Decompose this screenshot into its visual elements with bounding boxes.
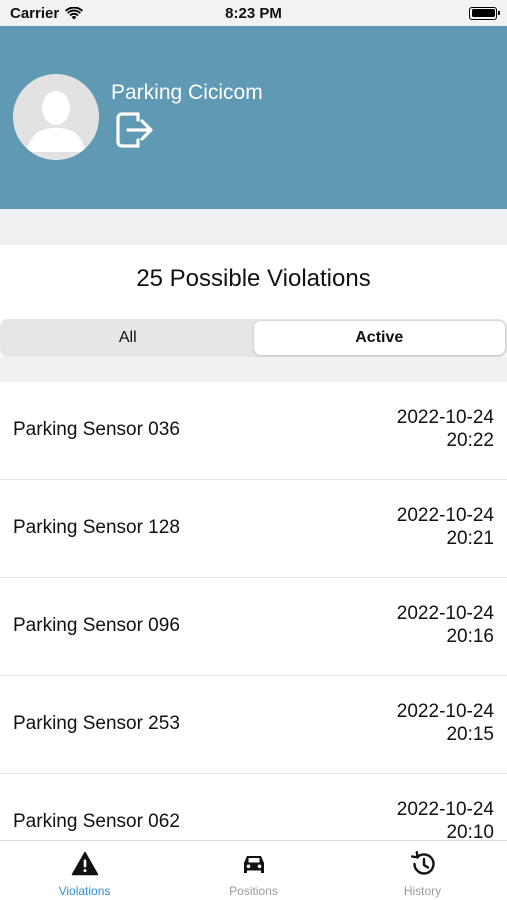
violation-time: 20:21 [446, 528, 494, 549]
list-item[interactable]: Parking Sensor 128 2022-10-24 20:21 [0, 480, 507, 578]
list-item[interactable]: Parking Sensor 062 2022-10-24 20:10 [0, 774, 507, 840]
violation-time: 20:15 [446, 724, 494, 745]
list-item[interactable]: Parking Sensor 036 2022-10-24 20:22 [0, 382, 507, 480]
filter-segmented-control: All Active [0, 319, 507, 357]
tab-positions[interactable]: Positions [169, 841, 338, 900]
sensor-name: Parking Sensor 128 [13, 517, 180, 538]
sensor-name: Parking Sensor 036 [13, 419, 180, 440]
violation-datetime: 2022-10-24 20:21 [397, 504, 494, 550]
violation-datetime: 2022-10-24 20:22 [397, 406, 494, 452]
tab-violations-label: Violations [58, 884, 111, 898]
avatar [13, 74, 99, 160]
segment-all[interactable]: All [2, 321, 254, 355]
battery-icon [469, 6, 500, 20]
status-left: Carrier [10, 4, 84, 22]
tab-positions-label: Positions [229, 884, 278, 898]
violation-datetime: 2022-10-24 20:10 [397, 798, 494, 840]
violation-date: 2022-10-24 [396, 701, 494, 722]
history-icon [410, 851, 435, 875]
wifi-icon [65, 6, 84, 19]
header-separator [0, 209, 507, 245]
tab-violations[interactable]: Violations [0, 841, 169, 900]
sensor-name: Parking Sensor 253 [13, 713, 180, 734]
tab-history[interactable]: History [338, 841, 507, 900]
logout-icon [116, 112, 153, 148]
sensor-name: Parking Sensor 096 [13, 615, 180, 636]
profile-name: Parking Cicicom [111, 81, 263, 104]
violation-datetime: 2022-10-24 20:15 [397, 700, 494, 746]
violation-time: 20:22 [446, 430, 494, 451]
tab-history-label: History [403, 884, 442, 898]
violation-time: 20:16 [446, 626, 494, 647]
person-placeholder-icon [13, 74, 99, 160]
violation-datetime: 2022-10-24 20:16 [397, 602, 494, 648]
logout-button[interactable] [114, 110, 156, 150]
sensor-name: Parking Sensor 062 [13, 811, 180, 832]
list-item[interactable]: Parking Sensor 096 2022-10-24 20:16 [0, 578, 507, 676]
status-bar: Carrier 8:23 PM [0, 0, 507, 26]
list-separator [0, 357, 507, 382]
violation-list: Parking Sensor 036 2022-10-24 20:22 Park… [0, 382, 507, 840]
carrier-label: Carrier [10, 4, 60, 22]
segment-active[interactable]: Active [253, 321, 505, 355]
violation-date: 2022-10-24 [396, 407, 494, 428]
profile-header: Parking Cicicom [0, 26, 507, 209]
car-icon [243, 856, 264, 873]
violation-date: 2022-10-24 [396, 799, 494, 820]
violations-count-title: 25 Possible Violations [136, 265, 371, 292]
list-item[interactable]: Parking Sensor 253 2022-10-24 20:15 [0, 676, 507, 774]
warning-icon [71, 851, 98, 876]
tab-bar: Violations Positions History [0, 840, 507, 900]
battery-level [471, 9, 495, 17]
violation-date: 2022-10-24 [396, 505, 494, 526]
violation-time: 20:10 [446, 822, 494, 840]
violation-date: 2022-10-24 [396, 603, 494, 624]
